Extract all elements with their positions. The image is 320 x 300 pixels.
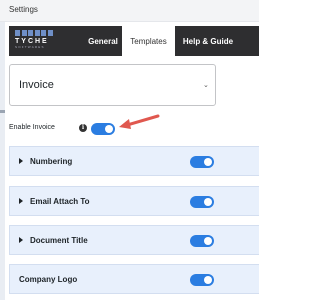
document-title-toggle[interactable] [190, 235, 214, 247]
tyche-logo: TYCHE SOFTWARES [14, 30, 70, 52]
numbering-toggle[interactable] [190, 156, 214, 168]
caret-right-icon [19, 237, 23, 243]
section-email-attach-to[interactable]: Email Attach To [9, 186, 259, 216]
logo-brand: TYCHE [15, 38, 49, 45]
company-logo-toggle[interactable] [190, 274, 214, 286]
tab-templates[interactable]: Templates [122, 26, 175, 56]
caret-right-icon [19, 158, 23, 164]
template-select-value: Invoice [19, 79, 54, 91]
section-document-title[interactable]: Document Title [9, 225, 259, 255]
section-company-logo-label: Company Logo [19, 275, 78, 284]
section-document-title-label: Document Title [30, 236, 88, 245]
settings-navbar: TYCHE SOFTWARES General Templates Help &… [9, 26, 259, 56]
template-select[interactable]: Invoice ⌄ [9, 64, 216, 106]
chevron-down-icon: ⌄ [203, 82, 209, 89]
tab-general[interactable]: General [84, 26, 122, 56]
info-icon[interactable]: i [79, 124, 87, 132]
annotation-arrow-icon [119, 114, 160, 129]
section-numbering[interactable]: Numbering [9, 146, 259, 176]
logo-mark [15, 30, 70, 36]
caret-right-icon [19, 198, 23, 204]
logo-sub: SOFTWARES [15, 45, 45, 49]
section-email-attach-label: Email Attach To [30, 197, 90, 206]
window-title: Settings [9, 5, 38, 14]
enable-invoice-label: Enable Invoice [9, 124, 55, 131]
enable-invoice-toggle[interactable] [91, 123, 115, 135]
scroll-marker [0, 110, 5, 113]
window-titlebar: Settings [0, 0, 259, 22]
tab-help-guide[interactable]: Help & Guide [175, 26, 241, 56]
email-attach-toggle[interactable] [190, 196, 214, 208]
section-company-logo: Company Logo [9, 264, 259, 294]
left-scroll-strip [0, 22, 5, 300]
section-numbering-label: Numbering [30, 157, 73, 166]
